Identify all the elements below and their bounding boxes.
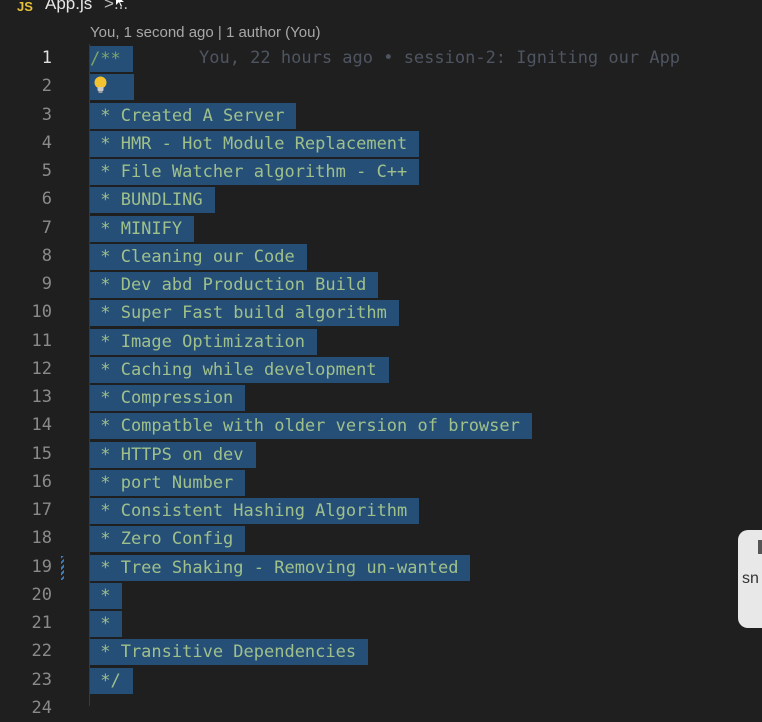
line-number[interactable]: 2	[0, 72, 52, 100]
line-number[interactable]: 20	[0, 581, 52, 609]
line-number[interactable]: 15	[0, 440, 52, 468]
code-line[interactable]: 10 * Super Fast build algorithm	[0, 298, 762, 327]
code-text[interactable]: * Super Fast build algorithm	[90, 300, 399, 327]
line-number[interactable]: 24	[0, 694, 52, 722]
code-line[interactable]: 2	[0, 72, 762, 101]
code-text[interactable]: * port Number	[90, 469, 246, 496]
code-line[interactable]: 17 * Consistent Hashing Algorithm	[0, 496, 762, 524]
gutter-modified-indicator[interactable]	[61, 556, 64, 580]
breadcrumb: JS App.js >...	[0, 0, 762, 18]
code-text[interactable]: /**	[90, 46, 133, 72]
code-text[interactable]: *	[90, 582, 123, 609]
code-text[interactable]: * HTTPS on dev	[90, 441, 256, 468]
code-line[interactable]: 23 */	[0, 666, 762, 694]
line-number[interactable]: 21	[0, 609, 52, 637]
code-text[interactable]: * HMR - Hot Module Replacement	[90, 130, 420, 157]
code-line[interactable]: 3 * Created A Server	[0, 101, 762, 129]
code-text[interactable]: * Image Optimization	[90, 328, 317, 355]
code-line[interactable]: 11 * Image Optimization	[0, 327, 762, 355]
line-number[interactable]: 7	[0, 214, 52, 242]
line-number[interactable]: 4	[0, 129, 52, 157]
code-text[interactable]: */	[90, 667, 133, 694]
code-line[interactable]: 22 * Transitive Dependencies	[0, 637, 762, 666]
popup-icon	[758, 540, 762, 554]
line-number[interactable]: 23	[0, 666, 52, 694]
line-number[interactable]: 9	[0, 270, 52, 298]
code-line[interactable]: 15 * HTTPS on dev	[0, 440, 762, 468]
inline-blame: You, 22 hours ago • session-2: Igniting …	[199, 48, 681, 68]
code-line[interactable]: 20 *	[0, 581, 762, 609]
line-number[interactable]: 8	[0, 242, 52, 270]
line-number[interactable]: 19	[0, 553, 52, 581]
line-number[interactable]: 17	[0, 496, 52, 524]
code-line[interactable]: 14 * Compatble with older version of bro…	[0, 411, 762, 440]
line-number[interactable]: 13	[0, 383, 52, 411]
code-text[interactable]: * File Watcher algorithm - C++	[90, 159, 420, 185]
line-number[interactable]: 5	[0, 157, 52, 185]
cursor-icon	[116, 0, 124, 7]
line-number[interactable]: 12	[0, 355, 52, 383]
popup-text: sn	[742, 570, 759, 587]
code-line[interactable]: 24	[0, 694, 762, 722]
code-line[interactable]: 16 * port Number	[0, 468, 762, 496]
line-number[interactable]: 11	[0, 327, 52, 355]
notification-popup[interactable]: sn	[738, 530, 762, 628]
code-text[interactable]: * Dev abd Production Build	[90, 272, 379, 298]
code-text[interactable]: * Consistent Hashing Algorithm	[90, 498, 420, 524]
code-text[interactable]: * Compression	[90, 385, 246, 411]
code-line[interactable]: 9 * Dev abd Production Build	[0, 270, 762, 298]
code-text[interactable]: * Created A Server	[90, 102, 297, 129]
code-text[interactable]: * Zero Config	[90, 526, 246, 553]
code-text[interactable]: * Compatble with older version of browse…	[90, 413, 532, 440]
code-text[interactable]: * BUNDLING	[90, 187, 215, 214]
code-text[interactable]: *	[90, 611, 123, 637]
code-line[interactable]: 4 * HMR - Hot Module Replacement	[0, 129, 762, 157]
line-number[interactable]: 1	[0, 44, 52, 72]
code-text[interactable]: * Transitive Dependencies	[90, 639, 369, 666]
code-line[interactable]: 21 *	[0, 609, 762, 637]
code-text[interactable]: * Caching while development	[90, 356, 389, 383]
code-line[interactable]: 5 * File Watcher algorithm - C++	[0, 157, 762, 185]
line-number[interactable]: 18	[0, 524, 52, 552]
code-line[interactable]: 12 * Caching while development	[0, 355, 762, 383]
code-text[interactable]: * MINIFY	[90, 215, 195, 242]
code-text[interactable]: * Tree Shaking - Removing un-wanted	[90, 554, 471, 581]
code-line[interactable]: 6 * BUNDLING	[0, 185, 762, 214]
code-line[interactable]: 13 * Compression	[0, 383, 762, 411]
codelens-blame[interactable]: You, 1 second ago | 1 author (You)	[90, 24, 320, 41]
lightbulb-icon[interactable]	[93, 76, 108, 93]
code-line[interactable]: 19 * Tree Shaking - Removing un-wanted	[0, 553, 762, 581]
breadcrumb-filename[interactable]: App.js	[45, 0, 92, 14]
line-number[interactable]: 10	[0, 298, 52, 326]
line-number[interactable]: 22	[0, 637, 52, 665]
breadcrumb-chevron: >	[104, 0, 114, 13]
code-line[interactable]: 8 * Cleaning our Code	[0, 242, 762, 270]
line-number[interactable]: 16	[0, 468, 52, 496]
code-line[interactable]: 1 /** You, 22 hours ago • session-2: Ignit…	[0, 44, 762, 72]
js-file-icon: JS	[17, 0, 33, 14]
code-text[interactable]: * Cleaning our Code	[90, 243, 307, 270]
code-line[interactable]: 7 * MINIFY	[0, 214, 762, 242]
line-number[interactable]: 6	[0, 185, 52, 213]
code-line[interactable]: 18 * Zero Config	[0, 524, 762, 553]
line-number[interactable]: 3	[0, 101, 52, 129]
line-number[interactable]: 14	[0, 411, 52, 439]
